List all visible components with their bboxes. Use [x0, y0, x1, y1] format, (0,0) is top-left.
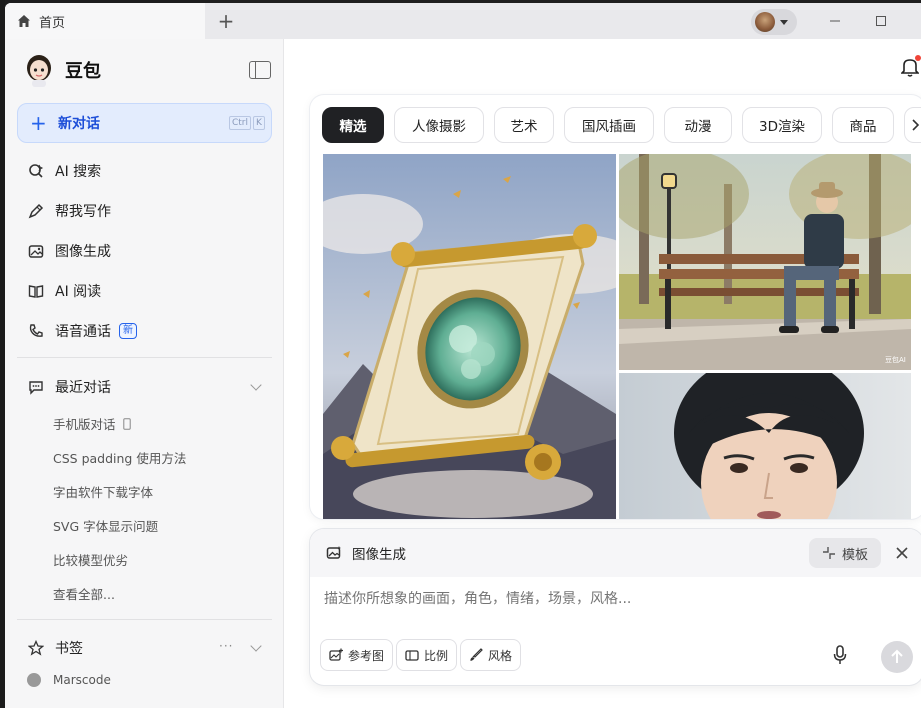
- account-menu-button[interactable]: [751, 9, 797, 35]
- brand: 豆包: [25, 53, 101, 87]
- new-tab-button[interactable]: +: [215, 9, 237, 33]
- composer-title: 图像生成: [352, 547, 406, 563]
- sidebar-item-label: 帮我写作: [55, 204, 111, 220]
- template-icon: [822, 547, 835, 559]
- tab-portrait[interactable]: 人像摄影: [394, 107, 484, 143]
- plus-icon: +: [30, 111, 47, 135]
- chevron-down-icon: [250, 379, 262, 391]
- sidebar-item-image-gen[interactable]: 图像生成: [17, 233, 272, 269]
- bookmarks-more-button[interactable]: ···: [219, 639, 233, 653]
- bookmarks-title: 书签: [55, 641, 83, 657]
- tab-home[interactable]: 首页: [5, 3, 205, 39]
- sidebar-divider: [17, 619, 272, 620]
- maximize-icon: [876, 16, 886, 26]
- bookmark-label: Marscode: [53, 673, 111, 687]
- sidebar-toggle-button[interactable]: [249, 61, 271, 79]
- tab-label: 首页: [39, 15, 66, 31]
- chevron-down-icon: [780, 19, 788, 25]
- chevron-right-icon[interactable]: [911, 119, 920, 131]
- tab-art[interactable]: 艺术: [494, 107, 554, 143]
- tab-3d-render[interactable]: 3D渲染: [742, 107, 822, 143]
- tab-featured[interactable]: 精选: [322, 107, 384, 143]
- style-button[interactable]: 风格: [460, 639, 522, 671]
- chat-bubble-icon: [27, 378, 45, 396]
- category-tabs: 精选 人像摄影 艺术 国风插画 动漫 3D渲染 商品 风: [322, 107, 921, 143]
- sidebar-item-label: 图像生成: [55, 244, 111, 260]
- new-chat-label: 新对话: [58, 116, 100, 132]
- prompt-input[interactable]: [324, 591, 884, 607]
- recent-chat-item[interactable]: 比较模型优劣: [53, 551, 128, 571]
- doubao-logo-icon: [27, 55, 51, 87]
- maximize-button[interactable]: [871, 11, 891, 31]
- aspect-ratio-button[interactable]: 比例: [396, 639, 458, 671]
- gallery-image-jade-scroll[interactable]: [323, 154, 616, 519]
- chevron-down-icon: [250, 640, 262, 652]
- app-name: 豆包: [65, 61, 101, 82]
- watermark-text: 豆包AI: [885, 355, 906, 364]
- recent-chat-item[interactable]: SVG 字体显示问题: [53, 517, 158, 537]
- book-icon: [27, 282, 45, 300]
- search-icon: [27, 162, 45, 180]
- recent-chat-item[interactable]: 字由软件下载字体: [53, 483, 153, 503]
- image-icon: [27, 242, 45, 260]
- sidebar-item-ai-search[interactable]: AI 搜索: [17, 153, 272, 189]
- recent-chat-item[interactable]: 手机版对话: [53, 415, 131, 435]
- microphone-icon[interactable]: [833, 645, 847, 665]
- tab-style[interactable]: 风: [904, 107, 921, 143]
- sidebar-item-label: AI 阅读: [55, 284, 102, 300]
- globe-icon: [27, 673, 41, 687]
- image-gen-composer: 图像生成 模板 参考图 比例 风格: [310, 529, 921, 685]
- sidebar-divider: [17, 357, 272, 358]
- image-gen-icon: [326, 546, 341, 559]
- recent-chats-header[interactable]: 最近对话: [17, 371, 272, 403]
- notification-dot: [915, 55, 921, 61]
- minimize-button[interactable]: [825, 11, 845, 31]
- new-badge: 新: [119, 323, 137, 339]
- add-image-icon: [329, 648, 343, 661]
- reference-image-button[interactable]: 参考图: [320, 639, 394, 671]
- main-panel: 精选 人像摄影 艺术 国风插画 动漫 3D渲染 商品 风: [285, 39, 921, 708]
- view-all-link[interactable]: 查看全部...: [53, 585, 115, 605]
- gallery-image-park-bench[interactable]: 豆包AI: [619, 154, 911, 370]
- sidebar-item-ai-reading[interactable]: AI 阅读: [17, 273, 272, 309]
- shortcut-key-k: K: [253, 116, 265, 130]
- bookmark-item-marscode[interactable]: Marscode: [27, 673, 111, 687]
- tab-guofeng[interactable]: 国风插画: [564, 107, 654, 143]
- recent-chat-item[interactable]: CSS padding 使用方法: [53, 449, 186, 469]
- ratio-icon: [405, 650, 419, 661]
- shortcut-key-ctrl: Ctrl: [229, 116, 251, 130]
- new-chat-button[interactable]: + 新对话 Ctrl K: [17, 103, 272, 143]
- title-bar: 首页 +: [5, 3, 921, 39]
- gallery-image-portrait[interactable]: [619, 373, 911, 519]
- pen-icon: [27, 202, 45, 220]
- sidebar-item-label: AI 搜索: [55, 164, 102, 180]
- home-icon: [18, 15, 30, 27]
- bookmarks-header[interactable]: 书签: [17, 632, 272, 664]
- phone-icon: [27, 322, 45, 340]
- avatar: [755, 12, 775, 32]
- tab-products[interactable]: 商品: [832, 107, 894, 143]
- mobile-icon: [122, 418, 131, 430]
- sidebar-item-label: 语音通话: [55, 324, 111, 340]
- tab-anime[interactable]: 动漫: [664, 107, 732, 143]
- template-button[interactable]: 模板: [809, 538, 881, 568]
- inspiration-gallery: 精选 人像摄影 艺术 国风插画 动漫 3D渲染 商品 风: [310, 95, 921, 519]
- minimize-icon: [830, 20, 840, 22]
- arrow-up-icon: [891, 649, 903, 663]
- app-window: 首页 + 豆包 + 新对话 Ctrl K AI 搜索 帮我写作 图像生成 AI …: [5, 3, 921, 708]
- brush-icon: [470, 648, 483, 661]
- recent-chats-title: 最近对话: [55, 380, 111, 396]
- send-button[interactable]: [881, 641, 913, 673]
- sidebar-item-writing[interactable]: 帮我写作: [17, 193, 272, 229]
- sidebar-item-voice-call[interactable]: 语音通话 新: [17, 313, 272, 349]
- star-icon: [27, 639, 45, 657]
- sidebar: 豆包 + 新对话 Ctrl K AI 搜索 帮我写作 图像生成 AI 阅读 语音…: [5, 39, 284, 708]
- composer-header: 图像生成 模板: [310, 529, 921, 577]
- close-icon[interactable]: [892, 543, 912, 563]
